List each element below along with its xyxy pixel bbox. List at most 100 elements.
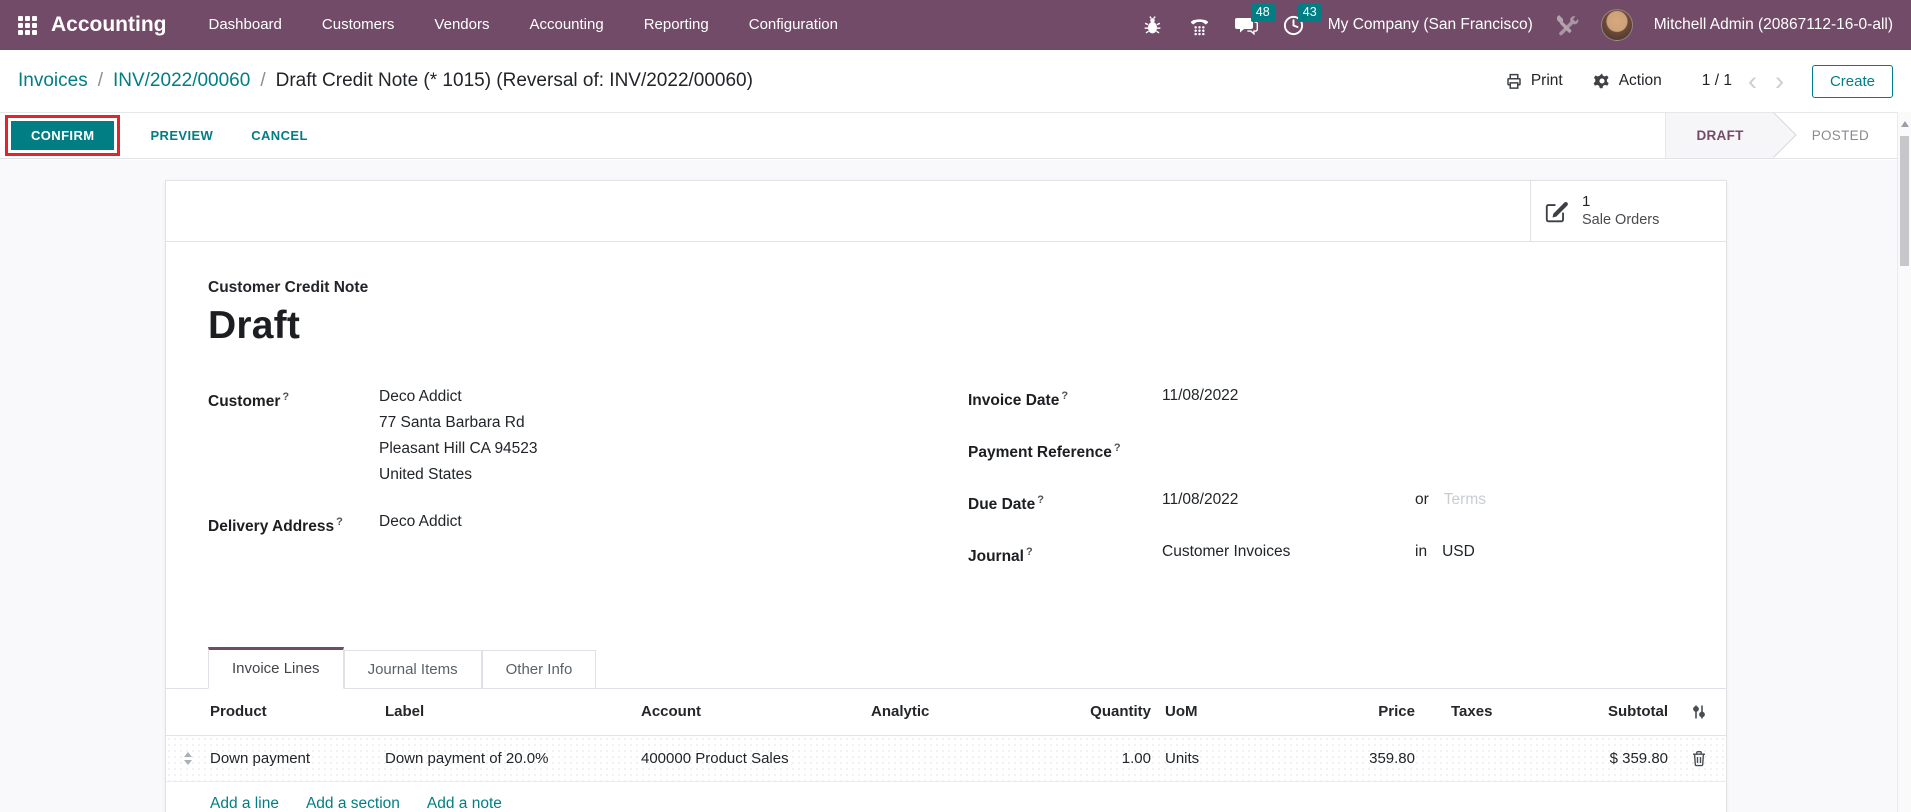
field-groups: Customer? Deco Addict 77 Santa Barbara R…	[208, 384, 1684, 593]
app-title[interactable]: Accounting	[51, 13, 167, 37]
scrollbar-thumb[interactable]	[1900, 136, 1909, 266]
messages-icon[interactable]: 48	[1234, 4, 1275, 38]
invoice-lines-table: Product Label Account Analytic Quantity …	[166, 689, 1726, 812]
header-subtotal: Subtotal	[1608, 703, 1668, 721]
customer-name[interactable]: Deco Addict	[379, 384, 538, 410]
status-posted[interactable]: POSTED	[1774, 113, 1897, 158]
journal-conjunction: in	[1415, 543, 1428, 561]
breadcrumb-invoice-link[interactable]: INV/2022/00060	[113, 70, 250, 92]
header-label: Label	[385, 703, 425, 721]
invoice-date-value[interactable]: 11/08/2022	[1162, 384, 1415, 413]
menu-accounting[interactable]: Accounting	[529, 0, 603, 50]
delivery-address-value[interactable]: Deco Addict	[379, 509, 462, 540]
currency-value[interactable]: USD	[1442, 540, 1475, 569]
pager-value: 1 / 1	[1701, 72, 1732, 89]
annotation-highlight: CONFIRM	[5, 115, 121, 156]
drag-handle[interactable]	[166, 751, 210, 765]
bug-icon[interactable]	[1140, 12, 1166, 38]
invoice-date-label: Invoice Date?	[968, 390, 1069, 410]
action-menu-button[interactable]: Action	[1593, 72, 1662, 90]
top-nav: Accounting Dashboard Customers Vendors A…	[0, 0, 1911, 50]
cell-price[interactable]: 359.80	[1271, 750, 1421, 767]
add-note-link[interactable]: Add a note	[427, 795, 502, 812]
vertical-scrollbar[interactable]	[1897, 112, 1911, 812]
preview-button[interactable]: PREVIEW	[142, 120, 221, 151]
payment-reference-value[interactable]	[1162, 436, 1415, 465]
sale-orders-smart-button[interactable]: 1 Sale Orders	[1530, 181, 1726, 241]
table-header-row: Product Label Account Analytic Quantity …	[166, 689, 1726, 736]
document-state-heading: Draft	[208, 304, 301, 347]
customer-address-line: United States	[379, 466, 473, 483]
customer-address-line: 77 Santa Barbara Rd	[379, 414, 525, 431]
breadcrumb-separator: /	[260, 70, 266, 91]
delivery-address-field: Delivery Address? Deco Addict	[208, 509, 768, 540]
debug-tools-icon[interactable]	[1554, 12, 1580, 38]
pager-previous-button[interactable]: ‹	[1746, 68, 1759, 95]
add-line-link[interactable]: Add a line	[210, 795, 279, 812]
customer-value[interactable]: Deco Addict 77 Santa Barbara Rd Pleasant…	[379, 384, 538, 488]
messages-count-badge: 48	[1250, 4, 1275, 22]
notebook-tabs: Invoice Lines Journal Items Other Info	[166, 646, 1726, 689]
tab-other-info[interactable]: Other Info	[481, 649, 597, 688]
due-date-value[interactable]: 11/08/2022	[1162, 488, 1415, 517]
tab-journal-items[interactable]: Journal Items	[343, 649, 482, 688]
print-button[interactable]: Print	[1505, 72, 1563, 90]
print-label: Print	[1530, 72, 1563, 89]
menu-dashboard[interactable]: Dashboard	[209, 0, 282, 50]
header-taxes: Taxes	[1451, 703, 1493, 721]
breadcrumb-separator: /	[97, 70, 103, 91]
help-marker: ?	[336, 516, 343, 528]
status-draft[interactable]: DRAFT	[1665, 113, 1774, 158]
due-date-conjunction: or	[1415, 491, 1429, 509]
cell-product[interactable]: Down payment	[210, 750, 385, 767]
delivery-address-label: Delivery Address?	[208, 516, 343, 536]
field-group-right: Invoice Date? 11/08/2022 Payment Referen…	[968, 384, 1486, 593]
pager-next-button[interactable]: ›	[1773, 68, 1786, 95]
menu-configuration[interactable]: Configuration	[749, 0, 838, 50]
help-marker: ?	[1113, 442, 1121, 455]
header-price: Price	[1378, 703, 1415, 721]
create-button[interactable]: Create	[1811, 64, 1893, 98]
cell-account[interactable]: 400000 Product Sales	[641, 750, 871, 767]
breadcrumb: Invoices / INV/2022/00060 / Draft Credit…	[18, 70, 753, 92]
voip-phone-icon[interactable]	[1187, 12, 1213, 38]
invoice-line-row: Down payment Down payment of 20.0% 40000…	[166, 735, 1726, 782]
apps-grid-icon[interactable]	[18, 15, 37, 35]
tab-invoice-lines[interactable]: Invoice Lines	[208, 646, 344, 689]
cell-subtotal: $ 359.80	[1609, 749, 1668, 767]
user-menu[interactable]: Mitchell Admin (20867112-16-0-all)	[1654, 16, 1893, 34]
delete-line-trash-icon[interactable]	[1671, 750, 1726, 767]
document-type-label: Customer Credit Note	[208, 279, 369, 296]
journal-field: Journal? Customer Invoices in USD	[968, 540, 1486, 569]
company-switcher[interactable]: My Company (San Francisco)	[1328, 16, 1533, 34]
due-date-label: Due Date?	[968, 494, 1044, 514]
button-box-strip: 1 Sale Orders	[166, 181, 1726, 242]
optional-columns-icon[interactable]	[1671, 704, 1726, 720]
confirm-button[interactable]: CONFIRM	[11, 121, 115, 150]
cell-uom[interactable]: Units	[1151, 750, 1271, 767]
menu-customers[interactable]: Customers	[322, 0, 395, 50]
menu-reporting[interactable]: Reporting	[644, 0, 709, 50]
sale-orders-label: Sale Orders	[1582, 212, 1660, 229]
form-view: 1 Sale Orders Customer Credit Note Draft…	[0, 160, 1897, 812]
cell-quantity[interactable]: 1.00	[1041, 750, 1151, 767]
cell-label[interactable]: Down payment of 20.0%	[385, 750, 641, 767]
payment-terms-placeholder[interactable]: Terms	[1444, 488, 1486, 517]
pager: 1 / 1 ‹ ›	[1701, 68, 1786, 95]
activities-clock-icon[interactable]: 43	[1281, 4, 1322, 38]
journal-value[interactable]: Customer Invoices	[1162, 540, 1415, 569]
customer-address-line: Pleasant Hill CA 94523	[379, 440, 538, 457]
breadcrumb-invoices-link[interactable]: Invoices	[18, 70, 88, 92]
header-product: Product	[210, 703, 267, 721]
scrollbar-up-arrow[interactable]	[1900, 121, 1909, 127]
menu-vendors[interactable]: Vendors	[434, 0, 489, 50]
add-section-link[interactable]: Add a section	[306, 795, 400, 812]
help-marker: ?	[1037, 494, 1044, 507]
cancel-button[interactable]: CANCEL	[243, 120, 316, 151]
user-avatar[interactable]	[1600, 9, 1633, 41]
odoo-accounting-app: Accounting Dashboard Customers Vendors A…	[0, 0, 1911, 812]
field-group-left: Customer? Deco Addict 77 Santa Barbara R…	[208, 384, 768, 593]
customer-field: Customer? Deco Addict 77 Santa Barbara R…	[208, 384, 768, 488]
form-sheet: 1 Sale Orders Customer Credit Note Draft…	[165, 180, 1727, 812]
help-marker: ?	[1025, 546, 1033, 559]
